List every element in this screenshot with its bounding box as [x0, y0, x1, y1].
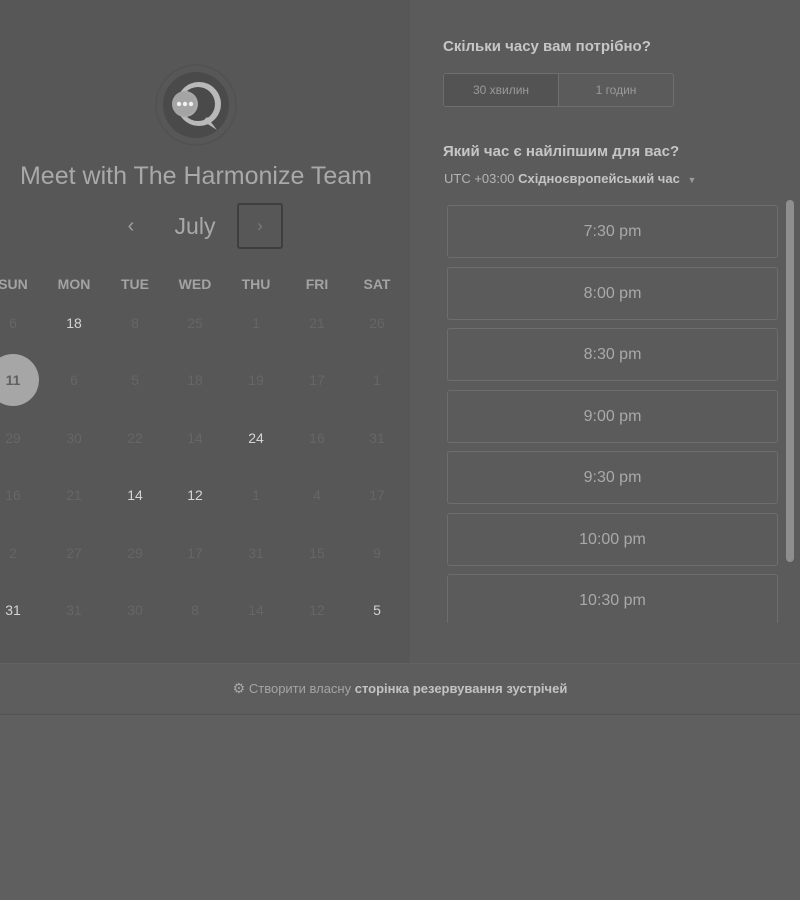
duration-selector: 30 хвилин 1 годин	[443, 73, 674, 107]
calendar-day: 14	[248, 602, 264, 618]
caret-down-icon: ▼	[687, 175, 697, 185]
weekday-label: WED	[178, 276, 212, 292]
calendar-day: 27	[66, 545, 82, 561]
month-navigation: ‹ July ›	[0, 203, 392, 249]
calendar-day: 31	[248, 545, 264, 561]
next-month-button[interactable]: ›	[237, 203, 283, 249]
calendar-day[interactable]: 24	[230, 412, 282, 464]
calendar-day: 6	[70, 372, 78, 388]
weekday-label: SAT	[363, 276, 391, 292]
time-slot-list: 7:30 pm 8:00 pm 8:30 pm 9:00 pm 9:30 pm …	[447, 205, 778, 623]
weekday-label: SUN	[0, 276, 28, 292]
weekday-label: TUE	[121, 276, 149, 292]
calendar-day: 17	[309, 372, 325, 388]
calendar-day: 17	[369, 487, 385, 503]
time-slot[interactable]: 10:30 pm	[447, 574, 778, 623]
calendar-day: 1	[252, 487, 260, 503]
time-slot[interactable]: 7:30 pm	[447, 205, 778, 258]
calendar-day: 14	[187, 430, 203, 446]
calendar-day: 5	[131, 372, 139, 388]
duration-question: Скільки часу вам потрібно?	[443, 38, 651, 55]
footer-text: Створити власну	[248, 681, 352, 696]
calendar-day: 18	[187, 372, 203, 388]
calendar-day: 22	[127, 430, 143, 446]
calendar-day: 31	[369, 430, 385, 446]
calendar-day: 19	[248, 372, 264, 388]
calendar-day: 30	[66, 430, 82, 446]
weekday-header: SUN MON TUE WED THU FRI SAT	[0, 276, 410, 294]
calendar-day: 12	[309, 602, 325, 618]
timezone-offset: UTC +03:00	[444, 171, 515, 186]
calendar-day: 21	[309, 315, 325, 331]
hubspot-sprocket-icon: ⚙	[232, 680, 246, 696]
time-slot[interactable]: 8:30 pm	[447, 328, 778, 381]
time-slot[interactable]: 8:00 pm	[447, 266, 778, 320]
calendar-grid: 6 18 8 25 1 21 26 11 6 5 18 19 17 1 29 30 22 14 24 16 31 16 21…	[0, 297, 410, 637]
calendar-day: 16	[5, 487, 21, 503]
calendar-day: 30	[127, 602, 143, 618]
calendar-day: 9	[373, 545, 381, 561]
page-title: Meet with The Harmonize Team	[19, 162, 372, 190]
calendar-day: 1	[373, 372, 381, 388]
calendar-day: 6	[9, 315, 17, 331]
calendar-day: 2	[9, 545, 17, 561]
calendar-day: 26	[369, 315, 385, 331]
calendar-day[interactable]: 5	[351, 584, 403, 636]
calendar-day: 16	[309, 430, 325, 446]
calendar-day: 4	[313, 487, 321, 503]
calendar-day: 21	[66, 487, 82, 503]
month-label: July	[174, 213, 216, 239]
weekday-label: THU	[241, 276, 271, 292]
booking-page-link[interactable]: сторінка резервування зустрічей	[355, 681, 568, 696]
calendar-day: 15	[309, 545, 325, 561]
calendar-day: 31	[66, 602, 82, 618]
calendar-day[interactable]: 12	[169, 469, 221, 521]
time-slot[interactable]: 9:00 pm	[447, 389, 778, 443]
calendar-day-selected[interactable]: 11	[0, 354, 39, 406]
calendar-day: 17	[187, 545, 203, 561]
calendar-day: 25	[187, 315, 203, 331]
prev-month-button[interactable]: ‹	[116, 209, 146, 243]
duration-30-min-button[interactable]: 30 хвилин	[444, 74, 558, 106]
weekday-label: FRI	[305, 276, 329, 292]
timezone-name: Східноєвропейський час	[518, 171, 680, 186]
time-slot[interactable]: 10:00 pm	[447, 512, 778, 566]
timezone-dropdown[interactable]: UTC +03:00 Східноєвропейський час ▼	[444, 171, 696, 186]
time-question: Який час є найліпшим для вас?	[443, 143, 680, 160]
weekday-label: MON	[57, 276, 91, 292]
calendar-day[interactable]: 31	[0, 584, 39, 636]
calendar-day: 8	[131, 315, 139, 331]
calendar-day: 8	[191, 602, 199, 618]
time-slot[interactable]: 9:30 pm	[447, 451, 778, 504]
calendar-day: 29	[5, 430, 21, 446]
slot-list-scrollbar[interactable]	[786, 200, 794, 562]
calendar-day[interactable]: 14	[109, 469, 161, 521]
calendar-day[interactable]: 18	[48, 297, 100, 349]
calendar-day: 29	[127, 545, 143, 561]
footer-bar: ⚙ Створити власну сторінка резервування …	[0, 663, 800, 715]
calendar-day: 1	[252, 315, 260, 331]
chat-bubble-icon	[155, 64, 237, 146]
duration-1-hour-button[interactable]: 1 годин	[558, 74, 673, 106]
